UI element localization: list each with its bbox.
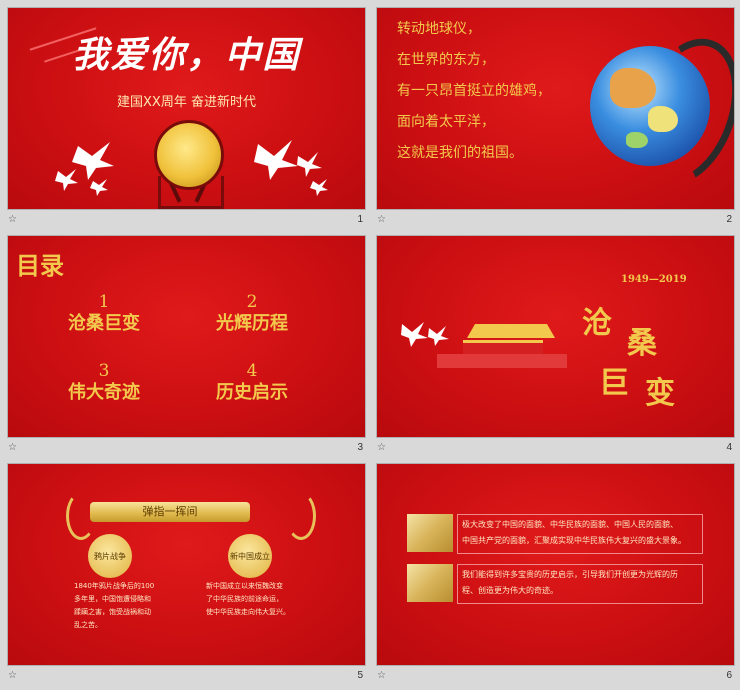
slide-thumbnail-6[interactable]: 极大改变了中国的面貌、中华民族的面貌、中国人民的面貌、 中国共产党的面貌，汇聚成…	[377, 464, 738, 690]
toc-item-1: 1 沧桑巨变	[44, 292, 164, 336]
toc-number: 2	[246, 292, 258, 312]
text-line: 了中华民族的前途命运，	[206, 595, 283, 603]
text-line: 乱之苦。	[74, 621, 102, 629]
globe-land	[610, 68, 656, 108]
text-box: 极大改变了中国的面貌、中华民族的面貌、中国人民的面貌、 中国共产党的面貌，汇聚成…	[457, 514, 703, 554]
toc-item-3: 3 伟大奇迹	[44, 361, 164, 405]
toc-number: 1	[98, 292, 110, 312]
gold-block	[407, 514, 453, 552]
poem-text: 转动地球仪， 在世界的东方， 有一只昂首挺立的雄鸡， 面向着太平洋， 这就是我们…	[397, 14, 551, 169]
text-line: 使中华民族走向伟大复兴。	[206, 608, 290, 616]
slide-5[interactable]: 弹指一挥间 鸦片战争 新中国成立 1840年鸦片战争后的100 多年里，中国饱遭…	[8, 464, 365, 665]
toc-item-2: 2 光辉历程	[192, 292, 312, 336]
toc-label: 沧桑巨变	[68, 313, 140, 334]
slide-number: 6	[726, 670, 732, 681]
heading-char: 变	[645, 376, 675, 411]
tiananmen-base	[437, 354, 567, 368]
text-line: 程、创造更为伟大的奇迹。	[462, 586, 558, 595]
slide-title: 我爱你，中国	[72, 34, 301, 76]
slide-2[interactable]: 转动地球仪， 在世界的东方， 有一只昂首挺立的雄鸡， 面向着太平洋， 这就是我们…	[377, 8, 734, 209]
text-line: 中国共产党的面貌，汇聚成实现中华民族伟大复兴的盛大景象。	[462, 536, 686, 545]
doves-right-icon	[254, 140, 328, 196]
poem-line: 转动地球仪，	[397, 21, 481, 37]
slide-thumbnail-3[interactable]: 目录 1 沧桑巨变 2 光辉历程 3 伟大奇迹 4 历史启示 ☆ 3	[8, 236, 369, 462]
gold-block	[407, 564, 453, 602]
toc-label: 历史启示	[216, 382, 288, 403]
event-text: 1840年鸦片战争后的100 多年里，中国饱遭侵略和 蹂躏之害，饱受战祸和动 乱…	[74, 580, 154, 632]
years-label: 1949—2019	[621, 274, 687, 285]
poem-line: 有一只昂首挺立的雄鸡，	[397, 83, 551, 99]
slide-4[interactable]: 1949—2019 沧 桑 巨 变	[377, 236, 734, 437]
star-icon: ☆	[8, 670, 17, 681]
slide-thumbnail-5[interactable]: 弹指一挥间 鸦片战争 新中国成立 1840年鸦片战争后的100 多年里，中国饱遭…	[8, 464, 369, 690]
text-line: 我们能得到许多宝贵的历史启示，引导我们开创更为光辉的历	[462, 570, 678, 579]
heading-char: 沧	[582, 306, 612, 341]
slide-1[interactable]: 我爱你，中国 建国XX周年 奋进新时代	[8, 8, 365, 209]
star-icon: ☆	[8, 214, 17, 225]
laurel-right-icon	[286, 492, 316, 540]
globe-land	[626, 132, 648, 148]
toc-label: 伟大奇迹	[68, 382, 140, 403]
slide-number: 3	[357, 442, 363, 453]
poem-line: 在世界的东方，	[397, 52, 495, 68]
star-icon: ☆	[377, 214, 386, 225]
toc-label: 光辉历程	[216, 313, 288, 334]
text-line: 1840年鸦片战争后的100	[74, 582, 155, 590]
tiananmen-roof	[467, 324, 555, 338]
heading-char: 桑	[627, 326, 657, 361]
doves-left-icon	[55, 142, 114, 196]
globe-land	[648, 106, 678, 132]
toc-title: 目录	[16, 251, 64, 280]
text-line: 多年里，中国饱遭侵略和	[74, 595, 151, 603]
drum-image	[154, 120, 224, 190]
slide-number: 4	[726, 442, 732, 453]
toc-item-4: 4 历史启示	[192, 361, 312, 405]
star-icon: ☆	[377, 442, 386, 453]
slide-6[interactable]: 极大改变了中国的面貌、中华民族的面貌、中国人民的面貌、 中国共产党的面貌，汇聚成…	[377, 464, 734, 665]
slide-number: 5	[357, 670, 363, 681]
event-circle: 鸦片战争	[88, 534, 132, 578]
slide-thumbnail-4[interactable]: 1949—2019 沧 桑 巨 变 ☆ 4	[377, 236, 738, 462]
poem-line: 面向着太平洋，	[397, 114, 495, 130]
text-box: 我们能得到许多宝贵的历史启示，引导我们开创更为光辉的历 程、创造更为伟大的奇迹。	[457, 564, 703, 604]
slide-3[interactable]: 目录 1 沧桑巨变 2 光辉历程 3 伟大奇迹 4 历史启示	[8, 236, 365, 437]
star-icon: ☆	[377, 670, 386, 681]
heading-char: 巨	[599, 366, 629, 401]
doves-icon	[401, 322, 449, 347]
slide-number: 2	[726, 214, 732, 225]
event-text: 新中国成立以来恒魏改变 了中华民族的前途命运， 使中华民族走向伟大复兴。	[206, 580, 290, 619]
poem-line: 这就是我们的祖国。	[397, 145, 523, 161]
text-line: 新中国成立以来恒魏改变	[206, 582, 283, 590]
text-line: 蹂躏之害，饱受战祸和动	[74, 608, 151, 616]
event-circle: 新中国成立	[228, 534, 272, 578]
toc-number: 4	[246, 361, 258, 381]
toc-number: 3	[98, 361, 110, 381]
slide-thumbnail-2[interactable]: 转动地球仪， 在世界的东方， 有一只昂首挺立的雄鸡， 面向着太平洋， 这就是我们…	[377, 8, 738, 234]
slide-number: 1	[357, 214, 363, 225]
slide-subtitle: 建国XX周年 奋进新时代	[117, 95, 256, 110]
star-icon: ☆	[8, 442, 17, 453]
text-line: 极大改变了中国的面貌、中华民族的面貌、中国人民的面貌、	[462, 520, 678, 529]
banner-title: 弹指一挥间	[90, 502, 250, 522]
globe-image	[590, 46, 710, 166]
slide-thumbnail-1[interactable]: 我爱你，中国 建国XX周年 奋进新时代 ☆ 1	[8, 8, 369, 234]
